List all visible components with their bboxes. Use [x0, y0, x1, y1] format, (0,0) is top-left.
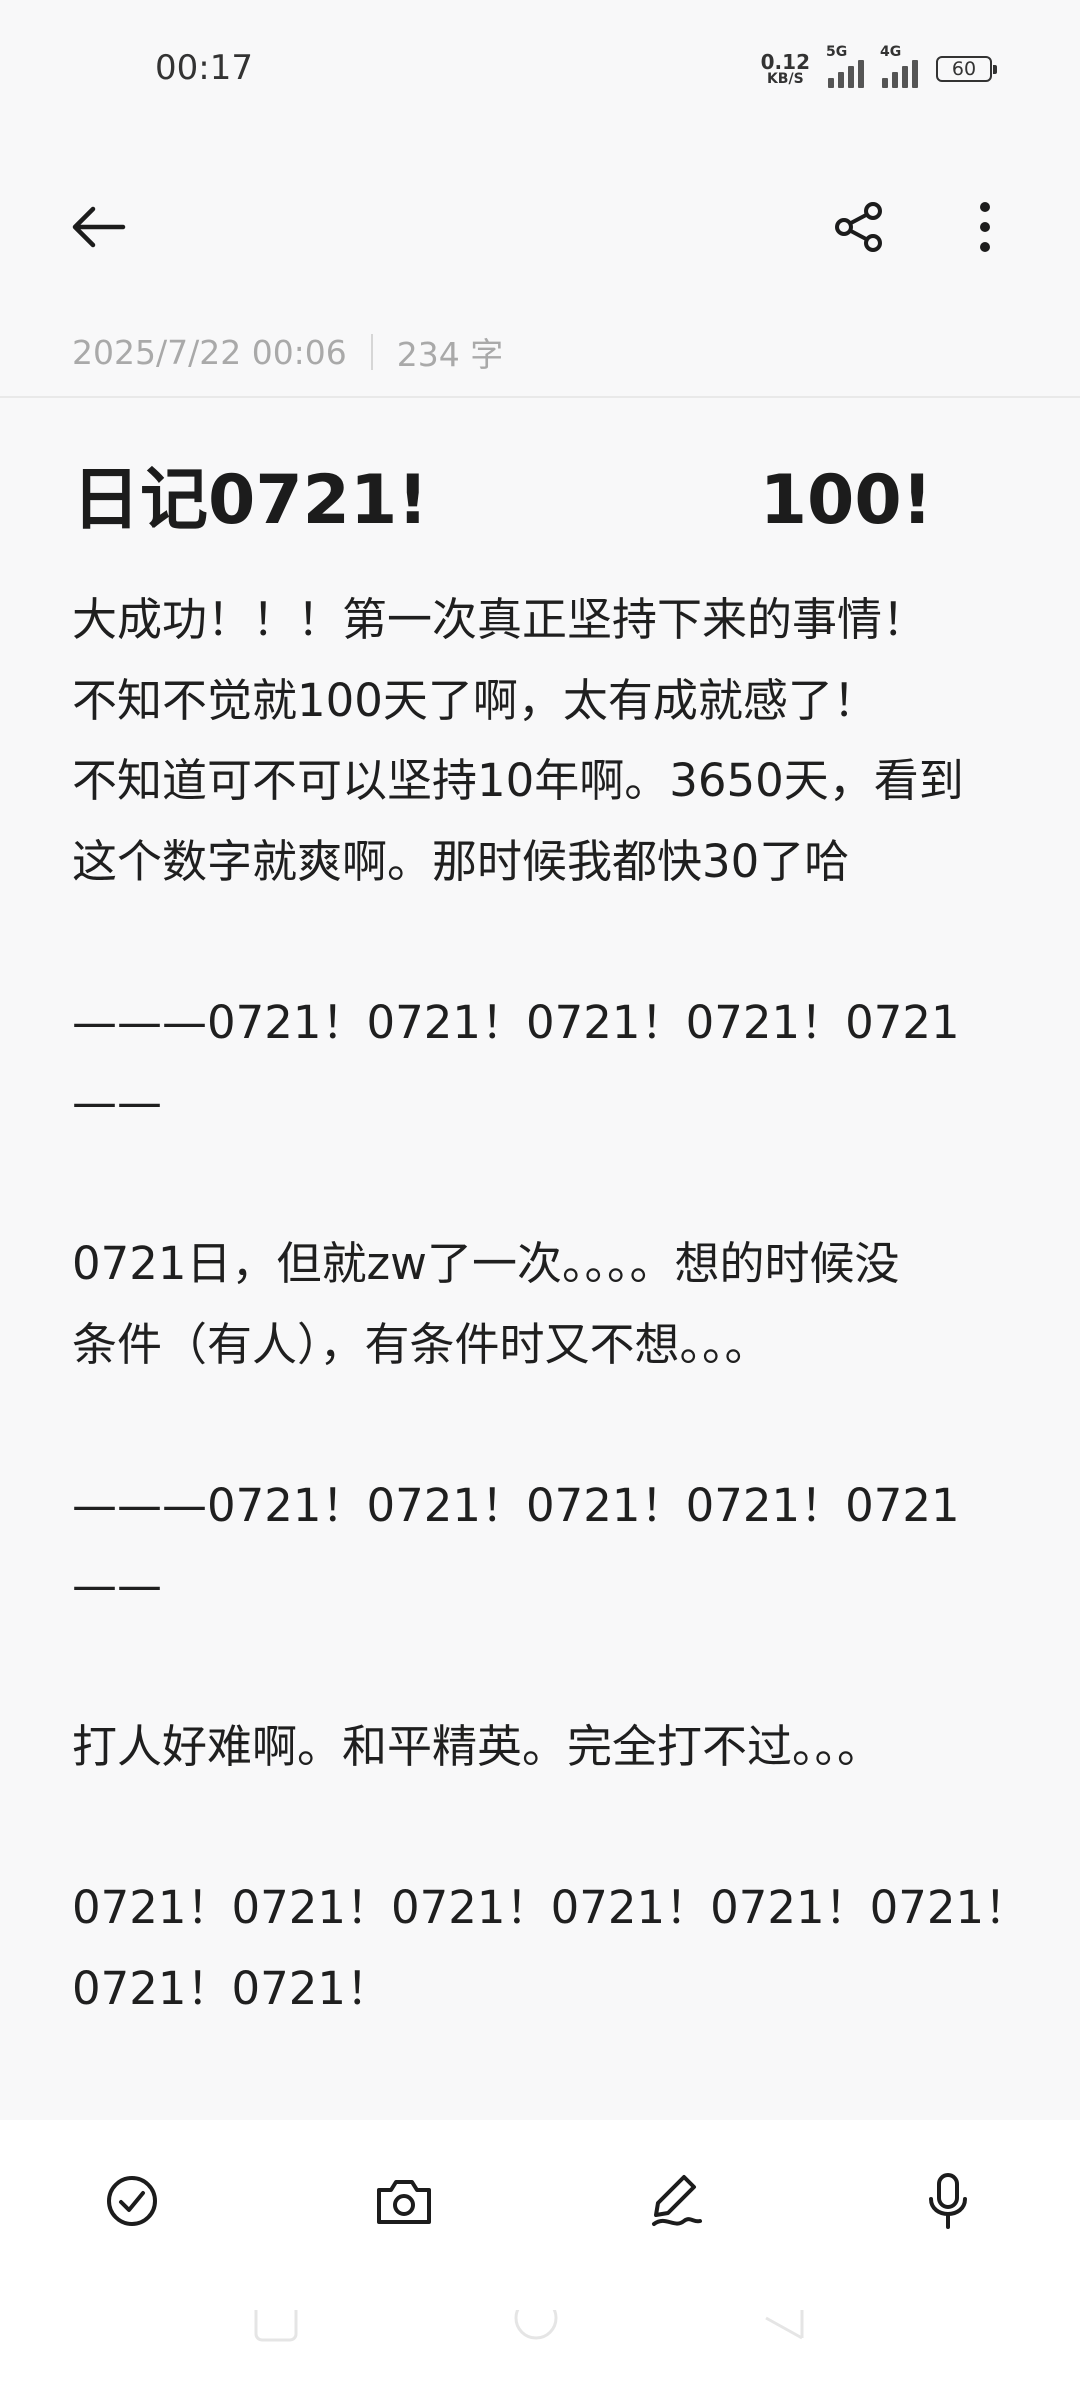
signal-sim2-icon: 4G — [880, 44, 918, 88]
note-title[interactable]: 日记0721! 100! — [72, 444, 972, 543]
more-vertical-icon — [980, 202, 990, 252]
handwriting-pen-icon — [652, 2175, 702, 2226]
checklist-icon — [107, 2176, 157, 2226]
home-icon[interactable] — [512, 2296, 560, 2346]
word-count: 234 字 — [396, 335, 504, 374]
arrow-left-icon — [72, 206, 126, 248]
checklist-button[interactable] — [87, 2156, 177, 2246]
sim2-network-type: 4G — [880, 44, 902, 60]
battery-level: 60 — [951, 58, 977, 80]
microphone-icon — [929, 2173, 967, 2229]
status-bar: 00:17 0.12 KB/S 5G 4G 60 — [0, 0, 1080, 140]
note-body[interactable]: 大成功！！！第一次真正坚持下来的事情！ 不知不觉就100天了啊，太有成就感了！ … — [72, 580, 1032, 2029]
status-time: 00:17 — [155, 48, 253, 88]
sim1-network-type: 5G — [826, 44, 848, 60]
header-divider — [0, 396, 1080, 398]
note-toolbar — [0, 160, 1080, 290]
share-button[interactable] — [822, 190, 896, 264]
battery-icon: 60 — [936, 56, 997, 82]
back-button[interactable] — [60, 190, 134, 264]
network-speed-unit: KB/S — [766, 71, 804, 87]
voice-input-button[interactable] — [903, 2156, 993, 2246]
bottom-toolbar — [0, 2120, 1080, 2400]
note-meta: 2025/7/22 00:06 234 字 — [72, 328, 503, 376]
handwriting-button[interactable] — [631, 2156, 721, 2246]
more-options-button[interactable] — [948, 190, 1022, 264]
network-speed: 0.12 KB/S — [761, 52, 810, 86]
meta-divider — [370, 334, 373, 370]
share-icon — [835, 202, 882, 252]
recent-apps-icon[interactable] — [252, 2298, 300, 2346]
status-icons: 0.12 KB/S 5G 4G 60 — [761, 44, 997, 88]
note-date: 2025/7/22 00:06 — [72, 332, 347, 372]
signal-sim1-icon: 5G — [826, 44, 864, 88]
camera-icon — [377, 2180, 431, 2224]
back-nav-icon[interactable] — [762, 2300, 810, 2346]
camera-button[interactable] — [359, 2156, 449, 2246]
network-speed-value: 0.12 — [760, 50, 810, 74]
